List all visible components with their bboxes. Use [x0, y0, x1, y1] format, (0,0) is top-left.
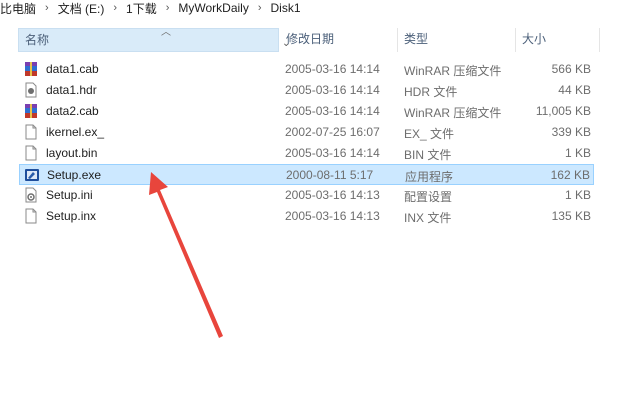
file-size: 162 KB	[550, 168, 590, 182]
file-type: WinRAR 压缩文件	[404, 64, 502, 78]
breadcrumb-myworkdaily[interactable]: MyWorkDaily	[176, 1, 250, 15]
file-date: 2000-08-11 5:17	[286, 168, 374, 182]
column-divider[interactable]	[599, 28, 600, 52]
file-row[interactable]: ikernel.ex_ 2002-07-25 16:07 EX_ 文件 339 …	[19, 122, 594, 143]
column-header-type[interactable]: 类型	[398, 28, 515, 52]
file-row[interactable]: layout.bin 2005-03-16 14:14 BIN 文件 1 KB	[19, 143, 594, 164]
column-header-name-label: 名称	[25, 33, 50, 47]
breadcrumb-downloads[interactable]: 1下载	[124, 0, 159, 17]
breadcrumb-separator-icon[interactable]: ›	[113, 2, 117, 14]
file-name: ikernel.ex_	[46, 125, 105, 139]
breadcrumb-this-pc[interactable]: 比电脑	[0, 0, 38, 17]
column-header-date-label: 修改日期	[286, 32, 335, 46]
file-size: 339 KB	[551, 125, 591, 139]
file-name: data1.hdr	[46, 83, 97, 97]
file-row[interactable]: Setup.inx 2005-03-16 14:13 INX 文件 135 KB	[19, 206, 594, 227]
hdr-file-icon	[25, 82, 37, 98]
column-header-size[interactable]: 大小	[516, 28, 600, 52]
file-type: 应用程序	[405, 170, 454, 184]
file-name: Setup.exe	[47, 168, 102, 182]
generic-file-icon	[25, 208, 37, 224]
file-type: INX 文件	[404, 211, 452, 225]
config-file-icon	[25, 187, 37, 203]
file-size: 566 KB	[551, 62, 591, 76]
file-date: 2002-07-25 16:07	[285, 125, 380, 139]
file-date: 2005-03-16 14:14	[285, 146, 380, 160]
breadcrumb-separator-icon[interactable]: ›	[258, 2, 262, 14]
file-size: 1 KB	[564, 146, 591, 160]
file-date: 2005-03-16 14:13	[285, 188, 380, 202]
generic-file-icon	[25, 145, 37, 161]
column-header-size-label: 大小	[522, 32, 547, 46]
breadcrumb: 比电脑 › 文档 (E:) › 1下载 › MyWorkDaily › Disk…	[0, 0, 631, 16]
breadcrumb-disk1[interactable]: Disk1	[269, 1, 303, 15]
file-type: 配置设置	[404, 190, 453, 204]
file-size: 11,005 KB	[535, 104, 591, 118]
file-name: layout.bin	[46, 146, 98, 160]
file-date: 2005-03-16 14:14	[285, 62, 380, 76]
file-name: data2.cab	[46, 104, 99, 118]
column-header-date[interactable]: 修改日期	[280, 28, 397, 52]
breadcrumb-separator-icon[interactable]: ›	[45, 2, 49, 14]
file-type: HDR 文件	[404, 85, 458, 99]
file-row[interactable]: data1.hdr 2005-03-16 14:14 HDR 文件 44 KB	[19, 80, 594, 101]
generic-file-icon	[25, 124, 37, 140]
file-row[interactable]: data1.cab 2005-03-16 14:14 WinRAR 压缩文件 5…	[19, 59, 594, 80]
file-name: Setup.ini	[46, 188, 93, 202]
column-header-row: ︿ 名称 ⌄ 修改日期 类型 大小	[0, 27, 631, 52]
file-row[interactable]: Setup.ini 2005-03-16 14:13 配置设置 1 KB	[19, 185, 594, 206]
breadcrumb-drive-e[interactable]: 文档 (E:)	[56, 0, 107, 17]
file-name: Setup.inx	[46, 209, 97, 223]
file-name: data1.cab	[46, 62, 99, 76]
file-size: 44 KB	[558, 83, 591, 97]
file-type: BIN 文件	[404, 148, 452, 162]
file-size: 135 KB	[551, 209, 591, 223]
column-header-type-label: 类型	[404, 32, 429, 46]
file-type: EX_ 文件	[404, 127, 455, 141]
file-size: 1 KB	[564, 188, 591, 202]
file-date: 2005-03-16 14:14	[285, 83, 380, 97]
setup-exe-icon	[25, 169, 39, 181]
file-row-selected[interactable]: Setup.exe 2000-08-11 5:17 应用程序 162 KB	[19, 164, 594, 185]
file-date: 2005-03-16 14:13	[285, 209, 380, 223]
breadcrumb-separator-icon[interactable]: ›	[166, 2, 170, 14]
file-type: WinRAR 压缩文件	[404, 106, 502, 120]
sort-ascending-icon: ︿	[161, 27, 171, 38]
file-row[interactable]: data2.cab 2005-03-16 14:14 WinRAR 压缩文件 1…	[19, 101, 594, 122]
column-header-name[interactable]: ︿ 名称 ⌄	[18, 27, 290, 52]
winrar-archive-icon	[25, 62, 37, 76]
file-date: 2005-03-16 14:14	[285, 104, 380, 118]
winrar-archive-icon	[25, 104, 37, 118]
